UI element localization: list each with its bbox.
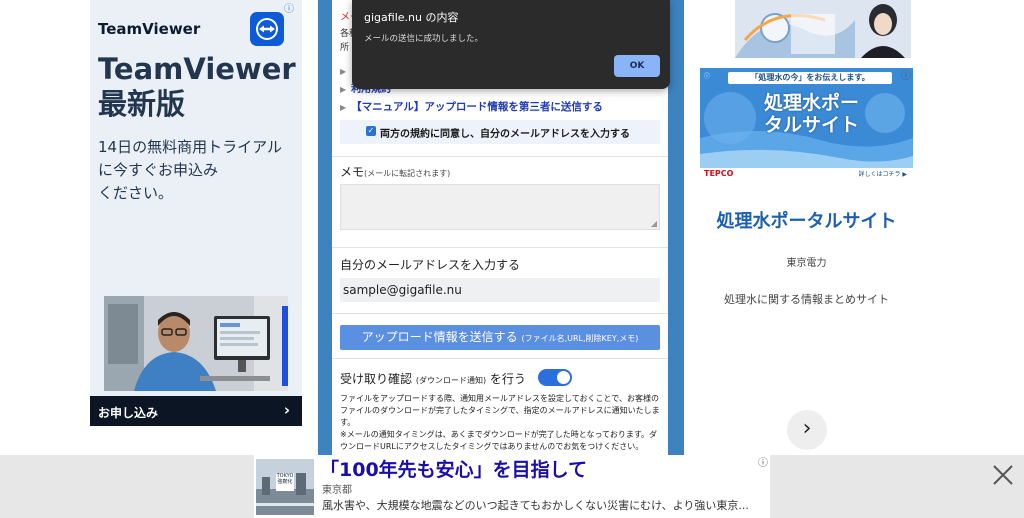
- chevron-right-icon: ›: [802, 416, 812, 441]
- memo-label-text: メモ: [340, 165, 365, 179]
- notice-text: ファイルをアップロードする際、通知用メールアドレスを設定しておくことで、お客様の…: [340, 393, 662, 453]
- right-ad[interactable]: ⓘ 「処理水の今」をお伝えします。 処理水ポータルサイト TEPCO 詳しくはコ…: [700, 68, 913, 463]
- alert-dialog: gigafile.nu の内容 メールの送信に成功しました。 OK: [352, 0, 670, 89]
- memo-textarea[interactable]: ◢: [340, 184, 660, 230]
- left-ad-body-line1: 14日の無料商用トライアル: [98, 138, 282, 156]
- left-ad-body: 14日の無料商用トライアル に今すぐお申込み ください。: [98, 136, 294, 205]
- agree-checkbox-row[interactable]: ✓ 両方の規約に同意し、自分のメールアドレスを入力する: [340, 120, 660, 144]
- next-button[interactable]: ›: [787, 410, 827, 450]
- text-fragment: 所: [340, 43, 350, 53]
- link-label: 【マニュアル】アップロード情報を第三者に送信する: [351, 101, 603, 113]
- left-ad-cta-label: お申し込み: [98, 406, 159, 420]
- divider: [332, 313, 668, 314]
- receipt-suffix: を行う: [489, 372, 526, 386]
- adchoices-icon[interactable]: ⓘ: [758, 454, 768, 469]
- divider: [332, 156, 668, 157]
- bottom-ad-thumbnail[interactable]: TOKYO 強靭化: [256, 459, 314, 515]
- left-ad-headline-line1: TeamViewer: [98, 52, 296, 86]
- resize-grip-icon[interactable]: ◢: [651, 219, 657, 228]
- dialog-title: gigafile.nu の内容: [364, 11, 459, 24]
- banner-footer: TEPCO 詳しくはコチラ ▶: [700, 168, 913, 180]
- banner-title: 処理水ポータルサイト: [764, 92, 860, 136]
- bottom-ad-description: 風水害や、大規模な地震などのいつ起きてもおかしくない災害にむけ、より強い東京..…: [322, 499, 749, 512]
- toggle-knob: [557, 371, 570, 384]
- ok-button[interactable]: OK: [614, 55, 660, 77]
- left-ad-cta-button[interactable]: お申し込み ›: [90, 396, 302, 426]
- send-button-label: アップロード情報を送信する: [361, 330, 518, 344]
- adchoices-icon[interactable]: ⓘ: [284, 0, 294, 15]
- right-ad-description: 処理水に関する情報まとめサイト: [724, 293, 889, 306]
- left-ad-brand-row: TeamViewer ⓘ: [98, 4, 294, 46]
- right-top-ad-image[interactable]: [735, 0, 911, 58]
- tokyo-logo-icon: TOKYO 強靭化: [276, 473, 294, 491]
- adchoices-icon[interactable]: ⓘ: [901, 67, 911, 82]
- chevron-right-icon: ›: [283, 401, 290, 419]
- left-ad-headline-line2: 最新版: [98, 87, 186, 121]
- left-ad-body-line3: ください。: [98, 184, 174, 202]
- tepco-logo: TEPCO: [704, 169, 734, 178]
- left-ad-body-line2: に今すぐお申込み: [98, 161, 219, 179]
- receipt-hint: (ダウンロード通知): [415, 376, 487, 385]
- teamviewer-logo-icon: [250, 12, 284, 46]
- manual-link[interactable]: ▶ 【マニュアル】アップロード情報を第三者に送信する: [340, 99, 603, 114]
- right-ad-title[interactable]: 処理水ポータルサイト: [700, 207, 913, 233]
- left-ad-brand: TeamViewer: [98, 20, 201, 38]
- dialog-message: メールの送信に成功しました。: [364, 34, 484, 44]
- bottom-anchor-ad-bar: TOKYO 強靭化 「100年先も安心」を目指して 東京都 風水害や、大規模な地震…: [0, 455, 1024, 518]
- agree-label: 両方の規約に同意し、自分のメールアドレスを入力する: [380, 129, 630, 140]
- right-ad-sponsor: 東京電力: [786, 258, 827, 269]
- bottom-ad[interactable]: TOKYO 強靭化 「100年先も安心」を目指して 東京都 風水害や、大規模な地震…: [254, 455, 770, 518]
- triangle-right-icon: ▶: [340, 103, 347, 112]
- email-label: 自分のメールアドレスを入力する: [340, 258, 521, 272]
- notice-line: ※メールの通知タイミングは、あくまでダウンロードが完了した時となっております。ダ…: [340, 430, 658, 451]
- download-notify-toggle[interactable]: [538, 369, 572, 386]
- close-icon[interactable]: [990, 462, 1016, 488]
- left-ad-photo[interactable]: [104, 296, 288, 391]
- memo-label: メモ(メールに転記されます): [340, 163, 450, 180]
- agree-checkbox[interactable]: ✓: [366, 126, 376, 136]
- bottom-ad-sponsor: 東京都: [322, 485, 352, 496]
- send-upload-info-button[interactable]: アップロード情報を送信する (ファイル名,URL,削除KEY,メモ): [340, 325, 660, 350]
- banner-tag: ⓘ: [704, 73, 711, 80]
- divider: [332, 247, 668, 248]
- left-ad-headline: TeamViewer 最新版: [98, 52, 298, 122]
- email-input[interactable]: sample@gigafile.nu: [340, 278, 660, 302]
- banner-more-link[interactable]: 詳しくはコチラ ▶: [858, 169, 907, 178]
- notice-line: ファイルをアップロードする際、通知用メールアドレスを設定しておくことで、お客様の…: [340, 394, 660, 427]
- triangle-right-icon: ▶: [340, 67, 347, 76]
- right-ad-banner[interactable]: ⓘ 「処理水の今」をお伝えします。 処理水ポータルサイト TEPCO 詳しくはコ…: [700, 68, 913, 180]
- left-ad[interactable]: TeamViewer ⓘ TeamViewer 最新版 14日の無料商用トライア…: [90, 0, 302, 426]
- memo-hint: (メールに転記されます): [364, 169, 451, 178]
- send-button-note: (ファイル名,URL,削除KEY,メモ): [521, 334, 639, 343]
- banner-note: 「処理水の今」をお伝えします。: [728, 72, 892, 84]
- divider: [332, 358, 668, 359]
- triangle-right-icon: ▶: [340, 85, 347, 94]
- receipt-label: 受け取り確認 (ダウンロード通知) を行う: [340, 370, 526, 387]
- receipt-label-text: 受け取り確認: [340, 372, 413, 386]
- bottom-ad-headline[interactable]: 「100年先も安心」を目指して: [320, 455, 587, 482]
